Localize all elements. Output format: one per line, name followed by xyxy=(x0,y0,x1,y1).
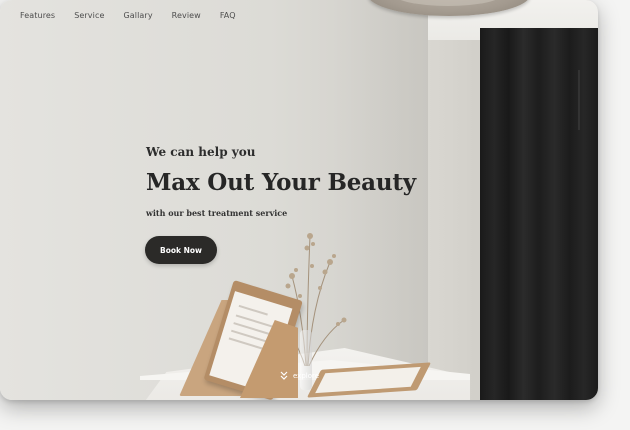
paper-line xyxy=(238,304,268,316)
explore-link[interactable]: explore xyxy=(280,371,319,380)
dark-curtain xyxy=(480,28,598,400)
landing-page: Features Service Gallary Review FAQ We c… xyxy=(0,0,598,400)
explore-label: explore xyxy=(293,371,320,380)
glass-vase xyxy=(300,330,312,390)
double-chevron-down-icon xyxy=(280,371,288,380)
book-now-button[interactable]: Book Now xyxy=(145,236,217,264)
wall-pillar xyxy=(428,0,483,400)
nav-item-review[interactable]: Review xyxy=(172,11,201,20)
top-nav: Features Service Gallary Review FAQ xyxy=(20,11,255,20)
hero-subline: with our best treatment service xyxy=(146,208,288,218)
nav-item-gallary[interactable]: Gallary xyxy=(123,11,152,20)
hero-eyebrow-wrap: We can help you xyxy=(146,145,255,159)
nav-item-service[interactable]: Service xyxy=(74,11,104,20)
curtain-fold xyxy=(578,70,580,130)
hero-headline: Max Out Your Beauty xyxy=(146,169,416,196)
hero-eyebrow: We can help you xyxy=(146,145,256,159)
nav-item-features[interactable]: Features xyxy=(20,11,55,20)
nav-item-faq[interactable]: FAQ xyxy=(220,11,236,20)
